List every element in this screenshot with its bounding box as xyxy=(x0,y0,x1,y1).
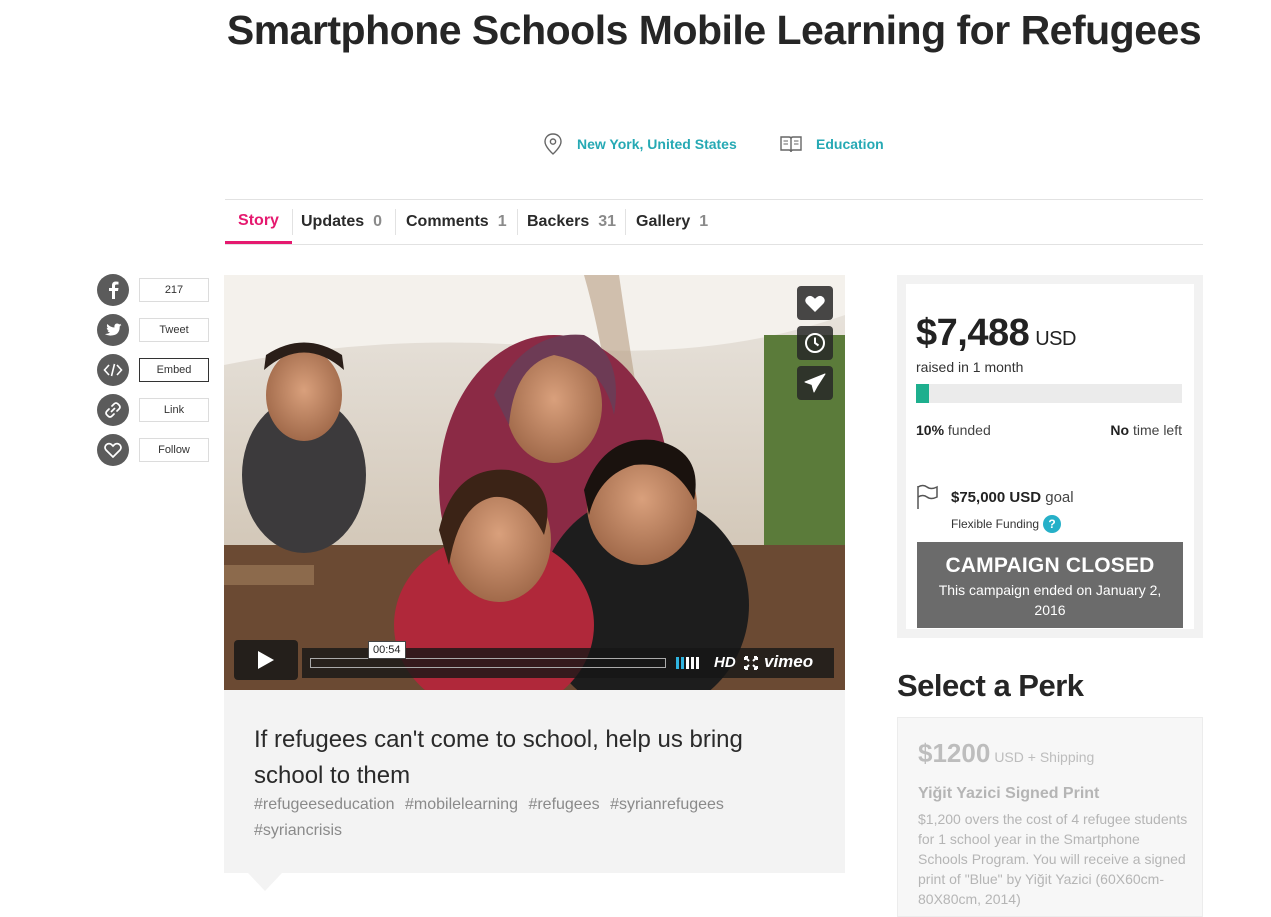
tab-label: Comments xyxy=(406,213,489,230)
flexible-funding: Flexible Funding ? xyxy=(951,515,1062,533)
tab-count: 31 xyxy=(598,213,617,230)
time-left-value: No xyxy=(1110,422,1130,438)
fullscreen-icon[interactable] xyxy=(744,656,758,670)
share-link-row: Link xyxy=(97,394,211,426)
location-pin-icon xyxy=(543,133,563,155)
tab-story[interactable]: Story xyxy=(225,200,292,244)
play-icon xyxy=(258,651,274,669)
follow-button[interactable]: Follow xyxy=(139,438,209,462)
perk-price-value: $1200 xyxy=(918,738,991,768)
watch-later-button[interactable] xyxy=(797,326,833,360)
twitter-icon[interactable] xyxy=(97,314,129,346)
campaign-tagline-panel: If refugees can't come to school, help u… xyxy=(224,690,845,873)
raised-duration: raised in 1 month xyxy=(916,359,1024,375)
tab-label: Gallery xyxy=(636,213,691,230)
book-icon xyxy=(780,135,802,153)
campaign-tabs: Story Updates 0 Comments 1 Backers 31 Ga… xyxy=(225,199,1203,245)
tab-count: 1 xyxy=(497,213,507,230)
share-embed-row: Embed xyxy=(97,354,211,386)
tab-updates[interactable]: Updates 0 xyxy=(301,200,382,244)
time-left: No time left xyxy=(1110,422,1182,438)
tab-backers[interactable]: Backers 31 xyxy=(527,200,616,244)
hashtag[interactable]: #syrianrefugees xyxy=(610,796,724,813)
campaign-closed-title: CAMPAIGN CLOSED xyxy=(945,554,1155,577)
funding-card-inner: $7,488 USD raised in 1 month 10% funded N… xyxy=(906,284,1194,629)
hashtag[interactable]: #mobilelearning xyxy=(405,796,518,813)
page-title: Smartphone Schools Mobile Learning for R… xyxy=(226,7,1202,53)
video-control-bar: 00:54 HD vimeo xyxy=(302,641,834,678)
funding-progress-bar xyxy=(916,384,1182,403)
perk-title: Yiğit Yazici Signed Print xyxy=(918,785,1100,802)
help-icon[interactable]: ? xyxy=(1043,515,1062,533)
tab-label: Story xyxy=(238,211,279,229)
heart-icon xyxy=(805,295,825,312)
like-video-button[interactable] xyxy=(797,286,833,320)
funding-card: $7,488 USD raised in 1 month 10% funded N… xyxy=(897,275,1203,638)
video-player[interactable]: 00:54 HD vimeo xyxy=(224,275,845,690)
time-left-label: time left xyxy=(1132,422,1182,438)
video-time: 00:54 xyxy=(368,641,406,659)
funded-percent-label: funded xyxy=(947,422,991,438)
paper-plane-icon xyxy=(804,373,826,393)
goal-label: goal xyxy=(1045,489,1074,506)
link-button[interactable]: Link xyxy=(139,398,209,422)
video-controls: 00:54 HD vimeo xyxy=(234,640,834,680)
tab-count: 0 xyxy=(373,213,383,230)
campaign-closed-subtitle: This campaign ended on January 2, 2016 xyxy=(938,582,1162,618)
hashtag[interactable]: #refugees xyxy=(528,796,599,813)
video-frame-image xyxy=(224,275,845,690)
location-link[interactable]: New York, United States xyxy=(577,136,737,152)
embed-button[interactable]: Embed xyxy=(139,358,209,382)
raised-amount-value: $7,488 xyxy=(916,312,1030,354)
perks-heading: Select a Perk xyxy=(897,668,1084,703)
funding-goal: $75,000 USD goal xyxy=(951,489,1074,506)
tab-label: Updates xyxy=(301,213,365,230)
hashtag[interactable]: #syriancrisis xyxy=(254,822,342,839)
hd-toggle[interactable]: HD xyxy=(714,654,736,671)
caption-pointer xyxy=(248,873,282,891)
facebook-share-count[interactable]: 217 xyxy=(139,278,209,302)
share-follow-row: Follow xyxy=(97,434,211,466)
raised-amount: $7,488 USD xyxy=(916,312,1076,355)
heart-icon[interactable] xyxy=(97,434,129,466)
perk-price: $1200 USD + Shipping xyxy=(918,738,1094,769)
goal-currency: USD xyxy=(1009,489,1042,506)
volume-icon[interactable] xyxy=(676,657,702,669)
funded-percent: 10% funded xyxy=(916,422,991,438)
embed-code-icon[interactable] xyxy=(97,354,129,386)
play-button[interactable] xyxy=(234,640,298,680)
campaign-closed-banner: CAMPAIGN CLOSED This campaign ended on J… xyxy=(917,542,1183,628)
hashtag[interactable]: #refugeeseducation xyxy=(254,796,395,813)
share-twitter-row: Tweet xyxy=(97,314,211,346)
flag-icon xyxy=(917,484,938,509)
perk-description: $1,200 overs the cost of 4 refugee stude… xyxy=(918,811,1188,907)
campaign-tagline: If refugees can't come to school, help u… xyxy=(254,726,743,789)
tab-gallery[interactable]: Gallery 1 xyxy=(636,200,708,244)
tab-label: Backers xyxy=(527,213,590,230)
funding-progress-fill xyxy=(916,384,930,403)
link-icon[interactable] xyxy=(97,394,129,426)
video-progress-bar[interactable] xyxy=(310,658,666,668)
tab-comments[interactable]: Comments 1 xyxy=(406,200,507,244)
funded-percent-value: 10% xyxy=(916,422,945,438)
hashtag-list: #refugeeseducation #mobilelearning #refu… xyxy=(254,792,794,844)
goal-amount: $75,000 xyxy=(951,489,1006,506)
share-video-button[interactable] xyxy=(797,366,833,400)
facebook-icon[interactable] xyxy=(97,274,129,306)
perk-price-suffix: USD + Shipping xyxy=(994,749,1095,765)
tab-count: 1 xyxy=(699,213,709,230)
category-meta[interactable]: Education xyxy=(780,133,884,155)
share-facebook-row: 217 xyxy=(97,274,211,306)
category-link[interactable]: Education xyxy=(816,136,884,152)
raised-currency: USD xyxy=(1035,328,1076,350)
clock-icon xyxy=(805,333,825,353)
vimeo-logo[interactable]: vimeo xyxy=(764,652,813,672)
perk-card[interactable]: $1200 USD + Shipping Yiğit Yazici Signed … xyxy=(897,717,1203,917)
flexible-funding-label: Flexible Funding xyxy=(951,517,1040,531)
tweet-button[interactable]: Tweet xyxy=(139,318,209,342)
location-meta[interactable]: New York, United States xyxy=(543,133,737,155)
